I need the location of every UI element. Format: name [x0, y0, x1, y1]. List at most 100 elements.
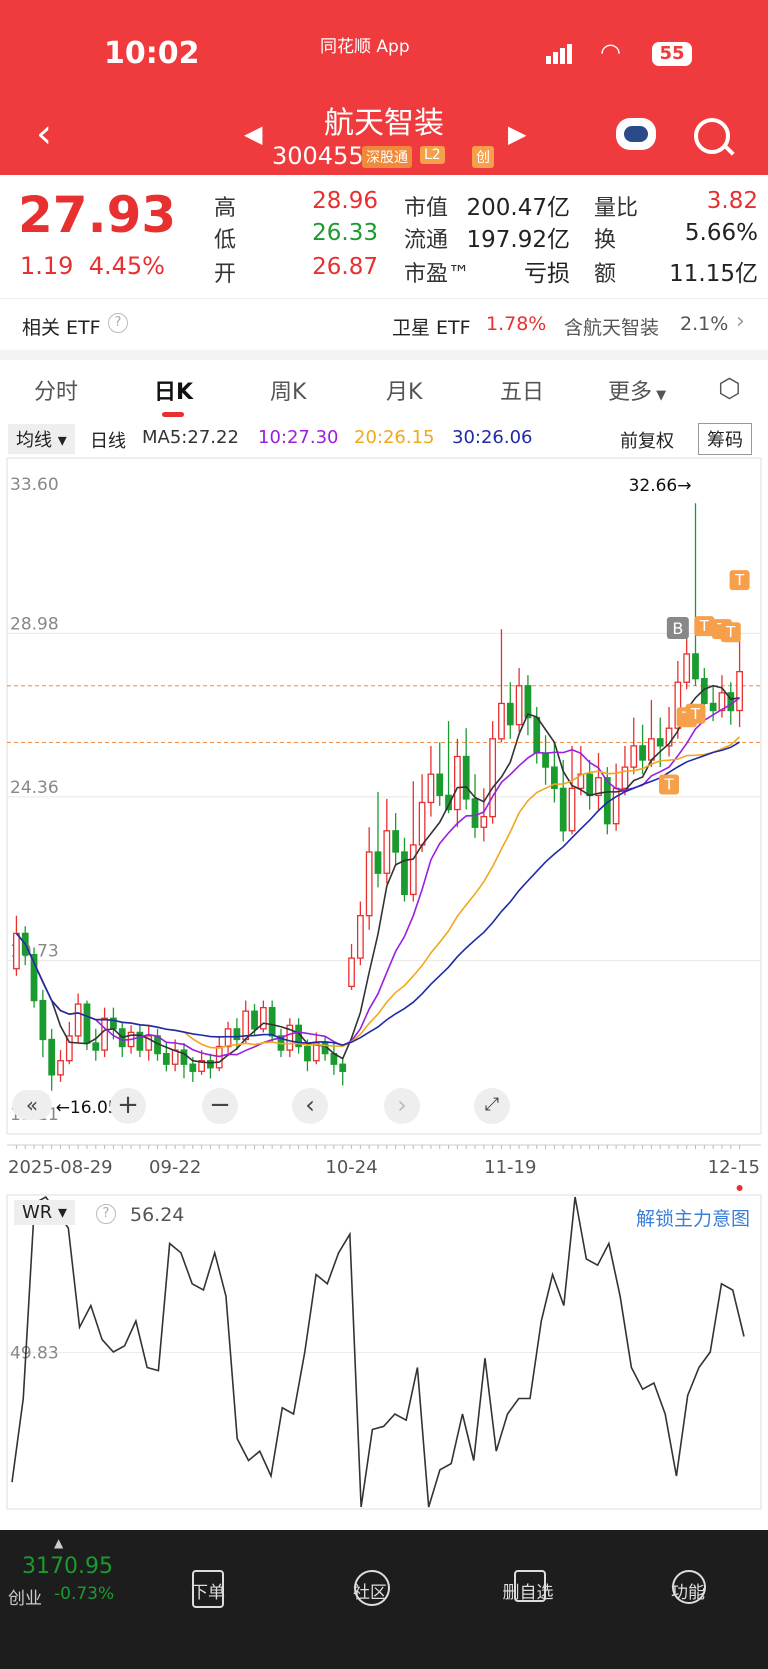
tab-daily-k[interactable]: 日K — [154, 374, 193, 406]
candle-body — [709, 702, 717, 712]
candle-body — [92, 1042, 100, 1051]
tab-weekly-k[interactable]: 周K — [270, 374, 306, 406]
tab-monthly-k[interactable]: 月K — [386, 374, 422, 406]
scroll-right-icon[interactable]: › — [384, 1088, 420, 1124]
wr-selector[interactable]: WR ▾ — [14, 1200, 76, 1225]
candle-body — [427, 773, 435, 804]
candle-body — [612, 787, 620, 825]
nav-functions[interactable]: 功能 — [648, 1578, 728, 1603]
candle-body — [48, 1038, 56, 1076]
wr-tick-label: 49.83 — [10, 1344, 59, 1364]
index-pct: -0.73% — [54, 1584, 115, 1604]
tab-indicator — [162, 412, 184, 417]
expand-up-icon[interactable]: ▲ — [54, 1536, 63, 1550]
settings-icon[interactable]: ⬡ — [718, 374, 741, 404]
vol-ratio-label: 量比 — [594, 196, 639, 221]
mktcap-value: 200.47亿 — [466, 195, 570, 221]
float-value: 197.92亿 — [466, 227, 570, 253]
pe-value: 亏损 — [524, 261, 570, 287]
float-label: 流通 — [404, 228, 449, 253]
x-tick-label: 10-24 — [325, 1157, 377, 1178]
current-day-dot — [736, 1185, 743, 1191]
high-label: 高 — [214, 196, 237, 221]
vol-ratio-value: 3.82 — [706, 188, 758, 214]
candle-body — [39, 999, 47, 1041]
candle-body — [83, 1003, 91, 1044]
candle-body — [348, 957, 355, 988]
amount-label: 额 — [594, 262, 617, 287]
candle-body — [692, 653, 699, 680]
trade-marker-label: T — [734, 571, 745, 589]
help-icon[interactable]: ? — [108, 313, 128, 333]
nav-order[interactable]: 下单 — [168, 1578, 248, 1603]
tag-chinext: 创 — [472, 146, 494, 168]
y-tick-label: 28.98 — [10, 614, 59, 634]
zoom-out-icon[interactable]: − — [202, 1088, 238, 1124]
etf-item2-name[interactable]: 含航天智装 — [564, 313, 659, 340]
candle-body — [639, 745, 646, 761]
related-etf-row[interactable]: 相关 ETF ? 卫星 ETF 1.78% 含航天智装 2.1% › — [0, 298, 768, 351]
status-carrier: 同花顺 App — [320, 37, 410, 57]
candle-body — [683, 653, 691, 683]
low-label: 低 — [214, 228, 237, 253]
open-value: 26.87 — [312, 254, 378, 280]
etf-item1-name[interactable]: 卫星 ETF — [392, 313, 471, 340]
tag-l2: L2 — [420, 146, 445, 164]
price-change: 1.19 4.45% — [20, 252, 165, 280]
search-icon[interactable] — [694, 118, 730, 154]
candle-body — [101, 1017, 108, 1051]
candle-body — [401, 851, 408, 896]
zoom-in-icon[interactable]: + — [110, 1088, 146, 1124]
candle-body — [489, 738, 497, 818]
candle-body — [506, 702, 514, 726]
candle-body — [304, 1045, 311, 1062]
candle-body — [74, 1003, 82, 1037]
wr-help-icon[interactable]: ? — [96, 1204, 116, 1224]
robot-icon[interactable] — [616, 118, 656, 150]
candle-body — [498, 702, 505, 740]
candle-body — [453, 755, 461, 811]
x-tick-label: 2025-08-29 — [8, 1157, 113, 1178]
unlock-link[interactable]: 解锁主力意图 — [636, 1204, 750, 1231]
last-price: 27.93 — [18, 186, 177, 244]
candle-body — [233, 1028, 241, 1041]
turnover-value: 5.66% — [684, 220, 758, 246]
trade-marker-label: T — [725, 623, 736, 641]
tab-more[interactable]: 更多 ▼ — [608, 374, 666, 406]
candle-body — [480, 815, 488, 828]
rewind-icon[interactable]: « — [12, 1090, 52, 1120]
scroll-left-icon[interactable]: ‹ — [292, 1088, 328, 1124]
wr-frame — [6, 1194, 762, 1510]
candle-body — [13, 932, 20, 970]
nav-remove-watchlist[interactable]: 删自选 — [488, 1578, 568, 1603]
mktcap-label: 市值 — [404, 196, 449, 221]
ma30-line — [15, 741, 740, 1046]
candle-body — [630, 745, 638, 768]
tab-intraday[interactable]: 分时 — [34, 374, 78, 406]
etf-item2-pct: 2.1% — [680, 313, 729, 335]
turnover-label: 换 — [594, 228, 617, 253]
y-tick-label: 24.36 — [10, 778, 59, 798]
wr-value: 56.24 — [130, 1204, 185, 1226]
wifi-icon: ◠ — [600, 38, 621, 66]
candle-body — [383, 830, 391, 874]
chevron-right-icon[interactable]: › — [736, 309, 745, 334]
candle-body — [409, 844, 417, 896]
x-tick-label: 12-15 — [708, 1157, 760, 1178]
candle-body — [471, 798, 479, 828]
etf-label: 相关 ETF — [22, 317, 101, 339]
max-price-label: 32.66→ — [629, 476, 692, 496]
fullscreen-icon[interactable]: ⤢ — [474, 1088, 510, 1124]
trade-marker-label: T — [663, 776, 674, 794]
candle-body — [568, 787, 576, 832]
candle-body — [656, 738, 664, 747]
index-value[interactable]: 3170.95 — [22, 1554, 113, 1579]
tag-hk-connect: 深股通 — [362, 146, 412, 168]
status-time: 10:02 — [104, 36, 200, 71]
x-tick-label: 11-19 — [484, 1157, 536, 1178]
tab-five-day[interactable]: 五日 — [500, 374, 544, 406]
kline-chart[interactable]: 33.6028.9824.3619.7315.1132.66→←16.05BTT… — [0, 440, 768, 1540]
trade-marker-label: T — [690, 705, 701, 723]
candle-body — [418, 801, 426, 846]
nav-community[interactable]: 社区 — [330, 1578, 410, 1603]
